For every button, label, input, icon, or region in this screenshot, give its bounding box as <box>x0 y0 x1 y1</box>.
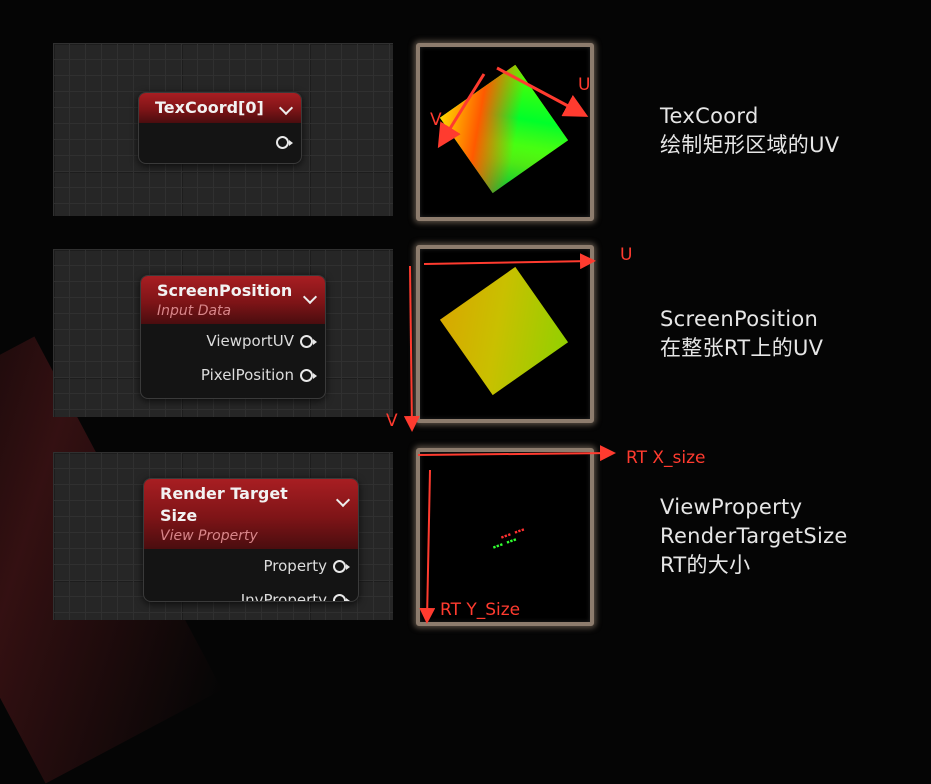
pin-row: ViewportUV <box>141 324 325 358</box>
v-arrow <box>403 265 420 432</box>
chevron-down-icon[interactable] <box>302 289 318 305</box>
output-pin-icon[interactable] <box>300 368 317 382</box>
uv-square <box>439 266 569 396</box>
node-header: ScreenPosition Input Data <box>141 276 325 324</box>
output-pin-icon[interactable] <box>333 559 350 573</box>
description-line: RenderTargetSize <box>660 524 848 548</box>
x-size-label: RT X_size <box>626 448 706 468</box>
y-size-label: RT Y_Size <box>440 600 521 620</box>
output-pin-icon[interactable] <box>276 135 293 149</box>
pin-row: Property <box>144 549 358 583</box>
node-texcoord[interactable]: TexCoord[0] <box>138 92 302 164</box>
description-rendertargetsize: ViewProperty RenderTargetSize RT的大小 <box>660 493 848 580</box>
description-line: ScreenPosition <box>660 307 819 331</box>
description-line: 在整张RT上的UV <box>660 336 824 360</box>
description-screenposition: ScreenPosition 在整张RT上的UV <box>660 305 823 363</box>
pin-row <box>139 123 301 161</box>
u-label: U <box>578 75 591 95</box>
node-title: TexCoord[0] <box>155 98 264 117</box>
node-header: Render Target Size View Property <box>144 479 358 549</box>
node-subtitle: View Property <box>160 528 258 544</box>
pin-row: PixelPosition <box>141 358 325 392</box>
node-title: Render Target Size <box>160 484 288 525</box>
chevron-down-icon[interactable] <box>278 100 294 116</box>
node-title: ScreenPosition <box>157 281 293 300</box>
output-pin-icon[interactable] <box>333 593 350 601</box>
node-header: TexCoord[0] <box>139 93 301 123</box>
pin-label: ViewportUV <box>206 332 294 350</box>
u-label: U <box>620 245 633 265</box>
description-line: RT的大小 <box>660 553 751 577</box>
pin-label: Property <box>263 557 327 575</box>
pin-label: PixelPosition <box>200 366 294 384</box>
v-label: V <box>430 110 442 130</box>
node-rendertargetsize[interactable]: Render Target Size View Property Propert… <box>143 478 359 602</box>
node-screenposition[interactable]: ScreenPosition Input Data ViewportUV Pix… <box>140 275 326 399</box>
output-pin-icon[interactable] <box>300 334 317 348</box>
description-line: ViewProperty <box>660 495 803 519</box>
pin-label: InvProperty <box>240 591 327 602</box>
description-line: 绘制矩形区域的UV <box>660 133 840 157</box>
pin-row: InvProperty <box>144 583 358 602</box>
chevron-down-icon[interactable] <box>335 492 351 508</box>
description-texcoord: TexCoord 绘制矩形区域的UV <box>660 102 839 160</box>
node-subtitle: Input Data <box>157 303 232 319</box>
preview-screenposition <box>416 245 594 423</box>
v-label: V <box>386 411 398 431</box>
preview-texcoord <box>416 43 594 221</box>
uv-square <box>439 64 569 194</box>
description-line: TexCoord <box>660 104 759 128</box>
